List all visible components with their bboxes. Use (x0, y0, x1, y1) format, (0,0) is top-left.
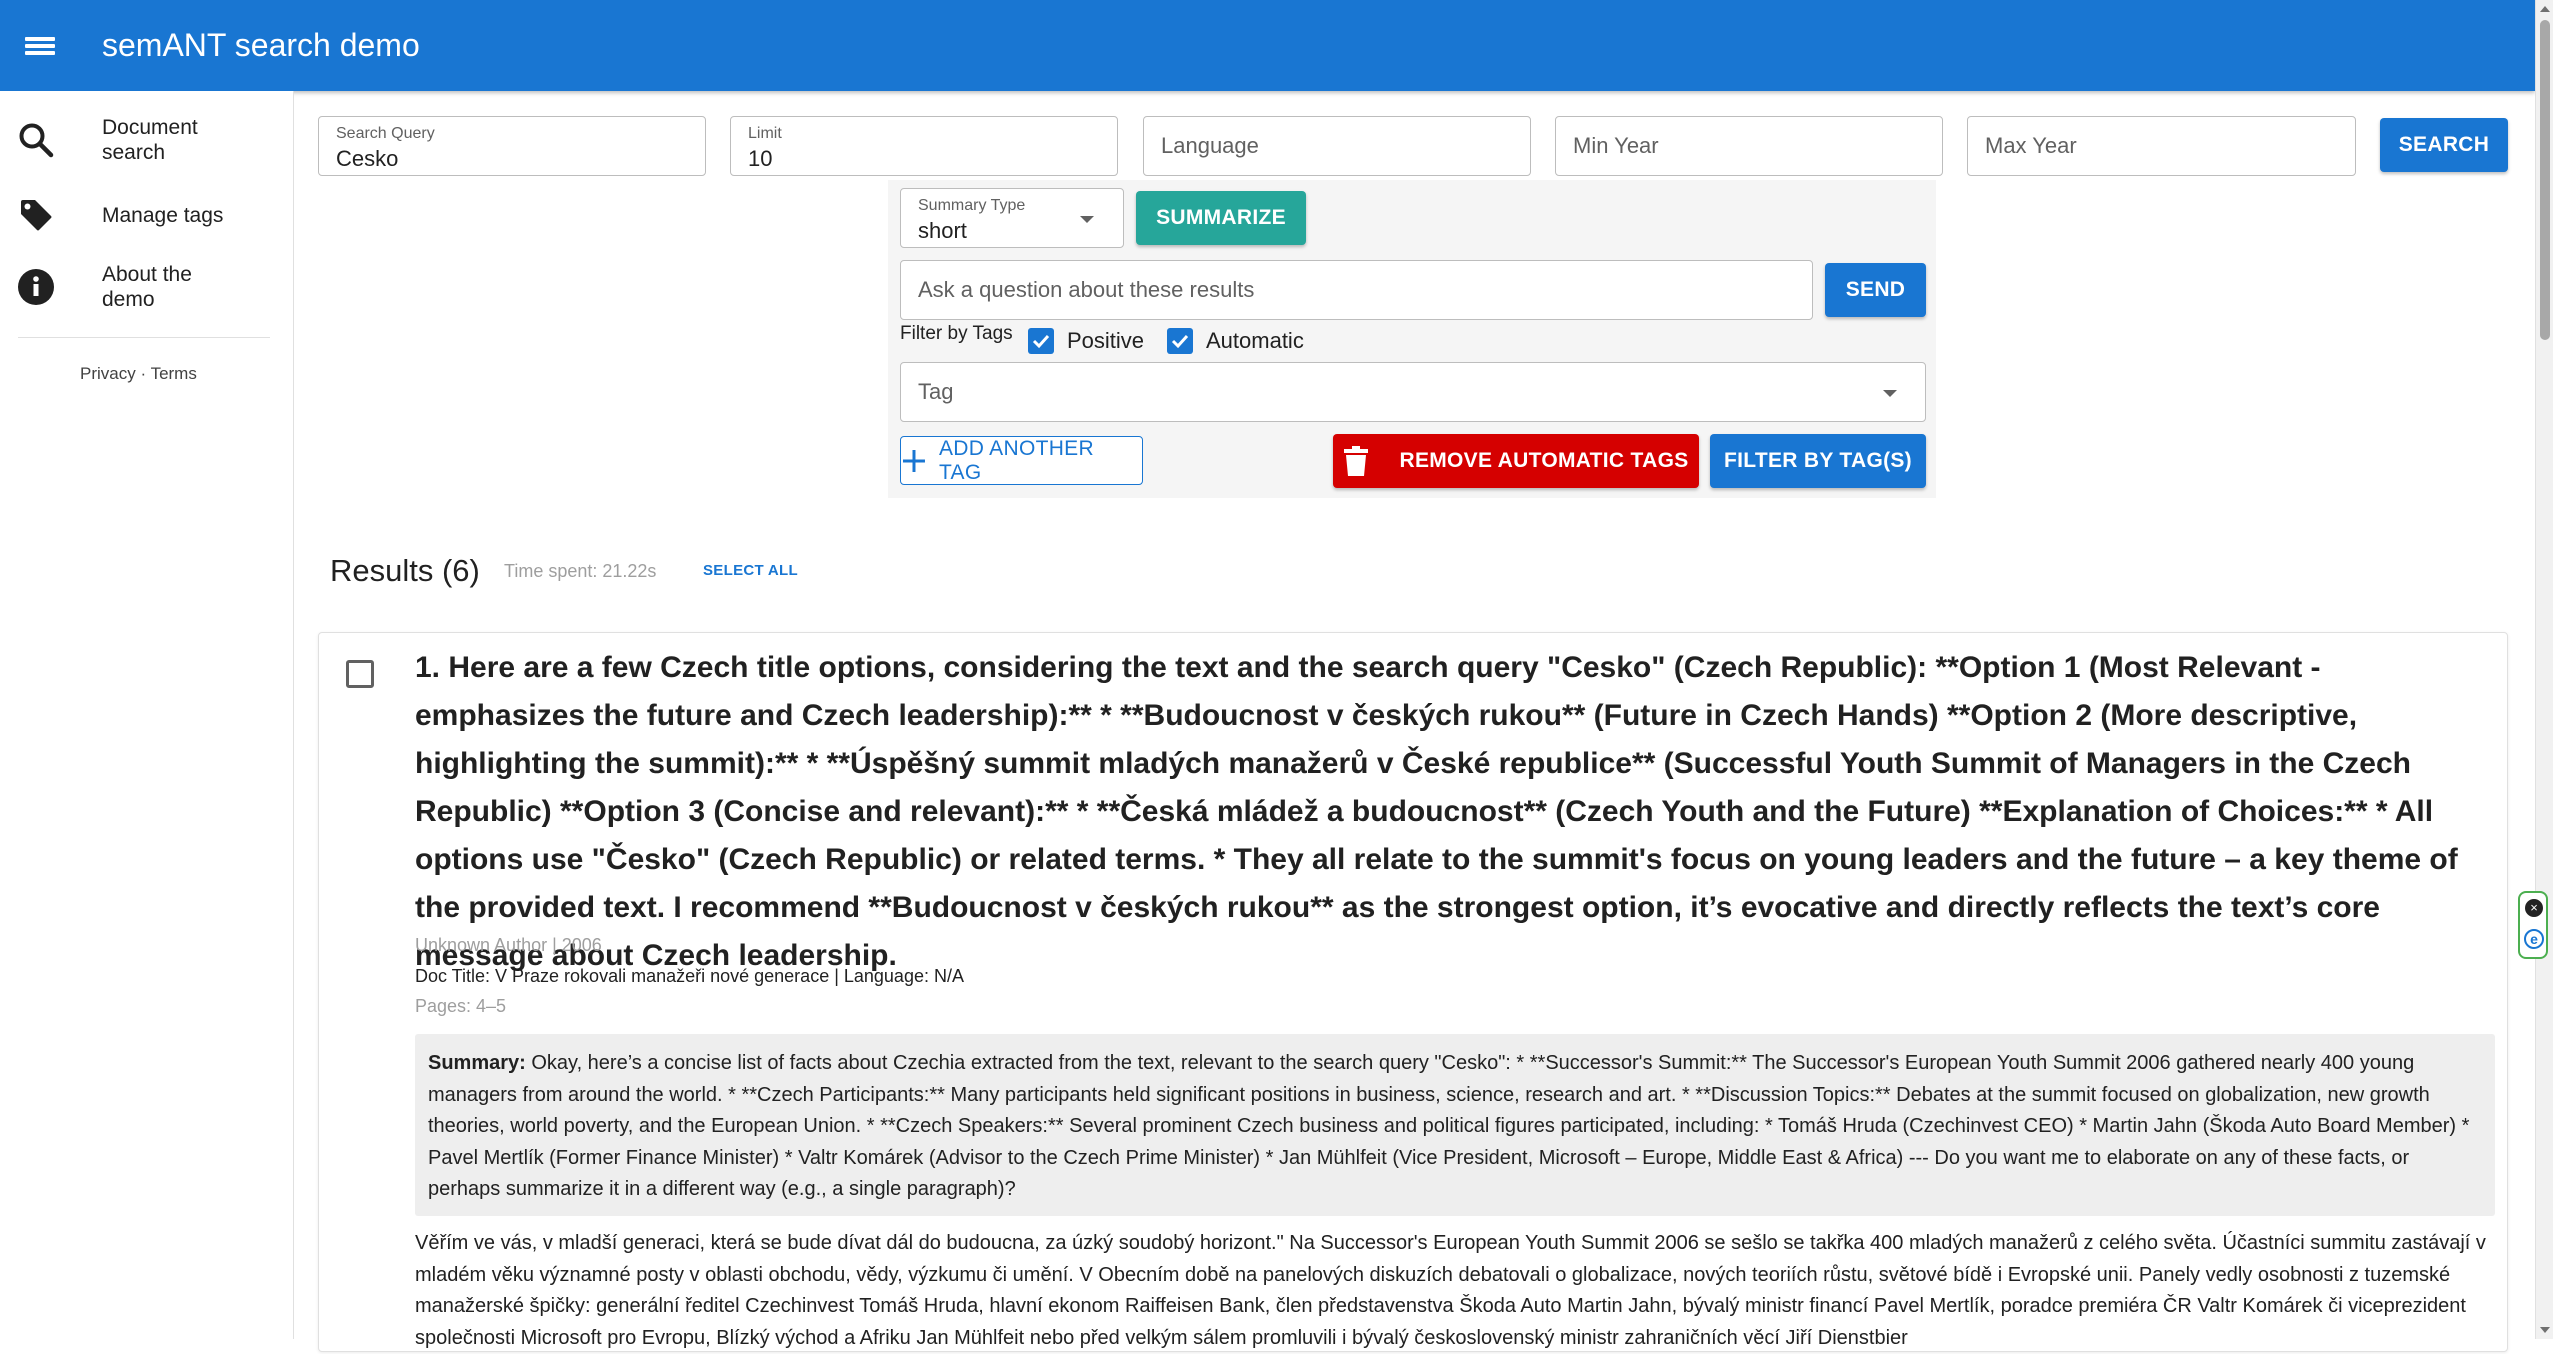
search-query-field[interactable]: Search Query Cesko (318, 116, 706, 176)
divider (18, 337, 270, 338)
separator: · (140, 364, 147, 383)
sidebar-item-document-search[interactable]: Document search (16, 115, 198, 165)
summarize-button[interactable]: SUMMARIZE (1136, 191, 1306, 245)
summary-text: Okay, here’s a concise list of facts abo… (428, 1052, 2470, 1200)
result-title[interactable]: 1. Here are a few Czech title options, c… (415, 644, 2495, 980)
sidebar-item-label: Document search (102, 116, 198, 164)
legal-links: Privacy · Terms (80, 364, 197, 384)
automatic-label: Automatic (1206, 328, 1304, 353)
filter-by-tags-button[interactable]: FILTER BY TAG(S) (1710, 434, 1926, 488)
scroll-down-arrow-icon[interactable] (2540, 1327, 2550, 1333)
extension-widget[interactable]: × e (2518, 891, 2548, 959)
positive-checkbox[interactable] (1028, 328, 1054, 354)
trash-icon (1344, 446, 1369, 476)
field-label: Limit (748, 125, 782, 142)
send-button[interactable]: SEND (1825, 263, 1926, 317)
tag-select[interactable]: Tag (900, 362, 1926, 422)
search-button[interactable]: SEARCH (2380, 118, 2508, 172)
positive-label: Positive (1067, 328, 1145, 353)
add-another-tag-button[interactable]: ADD ANOTHER TAG (900, 436, 1143, 485)
button-label: ADD ANOTHER TAG (938, 436, 1094, 484)
filter-by-tags-label: Filter by Tags (900, 323, 1013, 344)
chevron-down-icon (1080, 216, 1094, 223)
result-checkbox[interactable] (346, 660, 374, 688)
menu-icon[interactable] (22, 31, 58, 61)
plus-icon (902, 449, 925, 472)
scrollbar[interactable] (2535, 0, 2553, 1339)
field-placeholder: Ask a question about these results (918, 277, 1255, 302)
field-label: Summary Type (918, 197, 1026, 214)
extension-icon[interactable]: e (2524, 929, 2544, 949)
sidebar-item-label: Manage tags (102, 203, 224, 227)
chevron-down-icon (1883, 390, 1897, 397)
field-placeholder: Max Year (1985, 133, 2077, 158)
remove-automatic-tags-button[interactable]: REMOVE AUTOMATIC TAGS (1333, 434, 1699, 488)
language-field[interactable]: Language (1143, 116, 1531, 176)
automatic-checkbox[interactable] (1167, 328, 1193, 354)
results-title: Results (6) (330, 553, 480, 588)
close-icon[interactable]: × (2525, 899, 2543, 917)
sidebar-item-label: About the demo (102, 263, 192, 311)
result-doc-title: Doc Title: V Praze rokovali manažeři nov… (415, 966, 964, 986)
app-bar: semANT search demo (0, 0, 2535, 91)
terms-link[interactable]: Terms (151, 364, 197, 383)
field-value: short (918, 218, 967, 243)
question-input[interactable]: Ask a question about these results (900, 260, 1813, 320)
tag-icon (16, 195, 56, 235)
info-icon (16, 267, 56, 307)
button-label: REMOVE AUTOMATIC TAGS (1399, 449, 1689, 472)
sidebar-item-about[interactable]: About the demo (16, 262, 192, 312)
search-icon (16, 120, 56, 160)
scroll-thumb[interactable] (2540, 20, 2550, 340)
summary-label: Summary: (428, 1052, 526, 1074)
select-all-button[interactable]: SELECT ALL (703, 562, 798, 579)
sidebar-item-manage-tags[interactable]: Manage tags (16, 195, 223, 235)
result-text: Věřím ve vás, v mladší generaci, která s… (415, 1232, 2486, 1349)
check-icon (1032, 334, 1050, 349)
privacy-link[interactable]: Privacy (80, 364, 136, 383)
field-value: 10 (748, 146, 773, 171)
field-label: Search Query (336, 125, 435, 142)
time-spent: Time spent: 21.22s (504, 561, 657, 581)
max-year-field[interactable]: Max Year (1967, 116, 2356, 176)
result-pages: Pages: 4–5 (415, 996, 507, 1016)
result-summary: Summary: Okay, here’s a concise list of … (415, 1034, 2495, 1216)
summary-type-select[interactable]: Summary Type short (900, 188, 1124, 248)
min-year-field[interactable]: Min Year (1555, 116, 1943, 176)
app-title: semANT search demo (102, 27, 420, 63)
field-placeholder: Tag (918, 379, 954, 404)
check-icon (1171, 334, 1189, 349)
result-author-year: Unknown Author | 2006 (415, 935, 602, 955)
scroll-up-arrow-icon[interactable] (2540, 6, 2550, 12)
field-value: Cesko (336, 146, 399, 171)
field-placeholder: Min Year (1573, 133, 1659, 158)
field-placeholder: Language (1161, 133, 1259, 158)
limit-field[interactable]: Limit 10 (730, 116, 1118, 176)
sidebar: Document search Manage tags About the de… (0, 91, 294, 1339)
